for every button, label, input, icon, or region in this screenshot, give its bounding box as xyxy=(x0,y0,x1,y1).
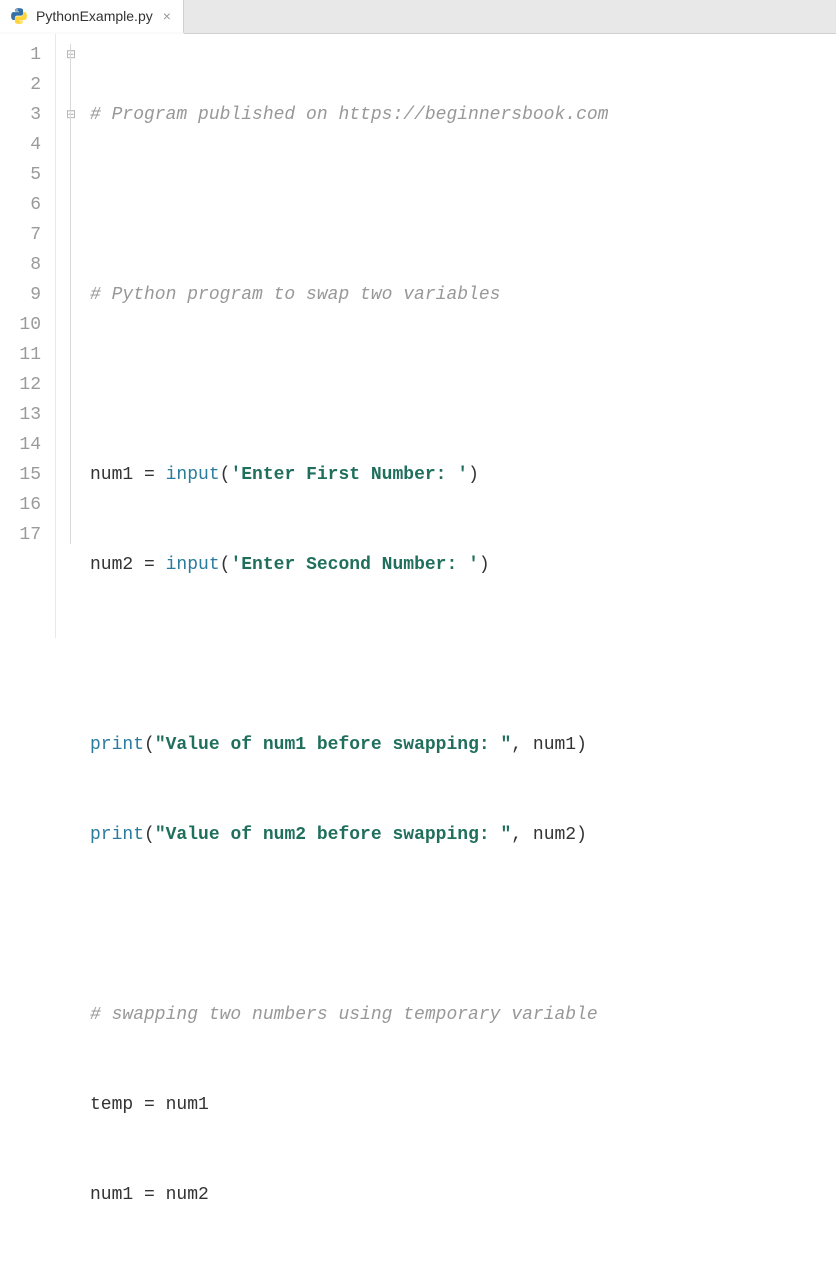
paren: ( xyxy=(144,825,155,845)
line-number: 11 xyxy=(0,340,41,370)
line-number: 8 xyxy=(0,250,41,280)
identifier: num1 xyxy=(90,465,133,485)
builtin: print xyxy=(90,735,144,755)
code-line: print("Value of num2 before swapping: ",… xyxy=(90,820,836,850)
tab-bar: PythonExample.py × xyxy=(0,0,836,34)
line-number: 3 xyxy=(0,100,41,130)
code-line xyxy=(90,910,836,940)
identifier: num1 xyxy=(90,1185,133,1205)
file-tab[interactable]: PythonExample.py × xyxy=(0,0,184,34)
line-number-gutter: 1 2 3 4 5 6 7 8 9 10 11 12 13 14 15 16 1… xyxy=(0,34,56,638)
code-line: print("Value of num1 before swapping: ",… xyxy=(90,730,836,760)
comma: , xyxy=(511,825,533,845)
string: "Value of num1 before swapping: " xyxy=(155,735,511,755)
tab-filename: PythonExample.py xyxy=(36,8,153,24)
python-file-icon xyxy=(10,7,28,25)
builtin: input xyxy=(166,555,220,575)
string: 'Enter First Number: ' xyxy=(230,465,468,485)
close-icon[interactable]: × xyxy=(161,8,173,24)
string: "Value of num2 before swapping: " xyxy=(155,825,511,845)
code-line: # swapping two numbers using temporary v… xyxy=(90,1000,836,1030)
code-line: num2 = temp xyxy=(90,1270,836,1276)
comment: # Program published on https://beginners… xyxy=(90,105,608,125)
operator: = xyxy=(133,1095,165,1115)
paren: ) xyxy=(576,735,587,755)
operator: = xyxy=(133,1275,165,1276)
paren: ) xyxy=(468,465,479,485)
paren: ( xyxy=(144,735,155,755)
comma: , xyxy=(511,735,533,755)
builtin: print xyxy=(90,825,144,845)
line-number: 12 xyxy=(0,370,41,400)
comment: # swapping two numbers using temporary v… xyxy=(90,1005,598,1025)
paren: ( xyxy=(220,465,231,485)
line-number: 13 xyxy=(0,400,41,430)
code-line: num2 = input('Enter Second Number: ') xyxy=(90,550,836,580)
identifier: num2 xyxy=(90,555,133,575)
code-line: num1 = num2 xyxy=(90,1180,836,1210)
line-number: 15 xyxy=(0,460,41,490)
operator: = xyxy=(133,465,165,485)
line-number: 1 xyxy=(0,40,41,70)
string: 'Enter Second Number: ' xyxy=(230,555,478,575)
identifier: num2 xyxy=(166,1185,209,1205)
line-number: 4 xyxy=(0,130,41,160)
code-line: # Program published on https://beginners… xyxy=(90,100,836,130)
fold-guide-line xyxy=(70,44,71,544)
operator: = xyxy=(133,555,165,575)
identifier: num2 xyxy=(533,825,576,845)
fold-toggle-icon[interactable]: ⊟ xyxy=(56,100,86,130)
line-number: 14 xyxy=(0,430,41,460)
paren: ) xyxy=(576,825,587,845)
line-number: 10 xyxy=(0,310,41,340)
line-number: 9 xyxy=(0,280,41,310)
code-line xyxy=(90,190,836,220)
code-line: # Python program to swap two variables xyxy=(90,280,836,310)
identifier: num2 xyxy=(90,1275,133,1276)
fold-toggle-icon[interactable]: ⊟ xyxy=(56,40,86,70)
line-number: 2 xyxy=(0,70,41,100)
paren: ) xyxy=(479,555,490,575)
fold-spacer xyxy=(56,70,86,100)
editor-area: 1 2 3 4 5 6 7 8 9 10 11 12 13 14 15 16 1… xyxy=(0,34,836,638)
code-editor[interactable]: # Program published on https://beginners… xyxy=(86,34,836,638)
comment: # Python program to swap two variables xyxy=(90,285,500,305)
code-line xyxy=(90,370,836,400)
line-number: 16 xyxy=(0,490,41,520)
code-line: num1 = input('Enter First Number: ') xyxy=(90,460,836,490)
identifier: num1 xyxy=(166,1095,209,1115)
builtin: input xyxy=(166,465,220,485)
identifier: num1 xyxy=(533,735,576,755)
line-number: 17 xyxy=(0,520,41,550)
code-line: temp = num1 xyxy=(90,1090,836,1120)
identifier: temp xyxy=(166,1275,209,1276)
line-number: 5 xyxy=(0,160,41,190)
identifier: temp xyxy=(90,1095,133,1115)
fold-gutter: ⊟ ⊟ xyxy=(56,34,86,638)
line-number: 7 xyxy=(0,220,41,250)
paren: ( xyxy=(220,555,231,575)
code-line xyxy=(90,640,836,670)
line-number: 6 xyxy=(0,190,41,220)
operator: = xyxy=(133,1185,165,1205)
